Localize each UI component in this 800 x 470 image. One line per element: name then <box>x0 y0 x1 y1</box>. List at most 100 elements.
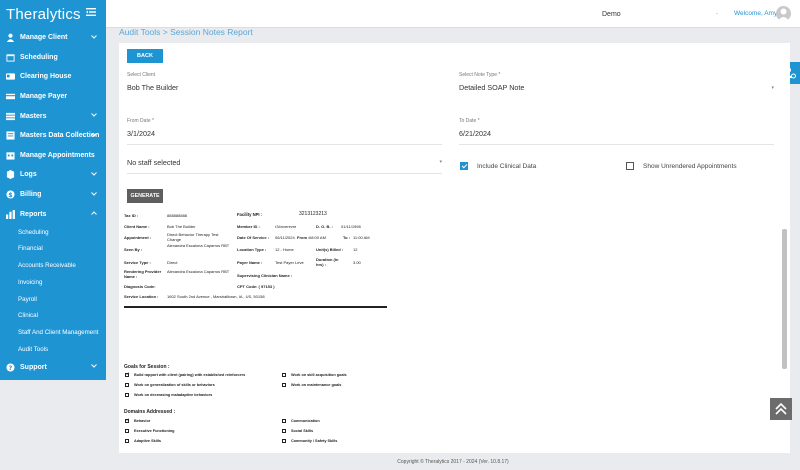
from-value: 08:00 AM <box>309 235 326 240</box>
welcome-user[interactable]: Welcome, Amy <box>734 10 777 17</box>
scroll-to-top-button[interactable] <box>770 398 792 420</box>
sidebar-item-label: Reports <box>20 210 47 218</box>
sidebar-item-label: Masters Data Collection <box>20 132 100 140</box>
sidebar-item-clearing-house[interactable]: Clearing House <box>0 67 106 87</box>
report-sub-item-audit-tools[interactable]: Audit Tools <box>0 341 106 358</box>
section-divider <box>124 306 387 308</box>
goal-label: Work on decreasing maladaptive behaviors <box>134 393 213 397</box>
include-clinical-data-label: Include Clinical Data <box>477 162 537 170</box>
domain-item: Behavior <box>125 418 151 423</box>
units-billed-value: 12 <box>353 247 358 252</box>
goals-title: Goals for Session : <box>124 364 170 370</box>
brand: Theralytics <box>0 0 106 28</box>
seen-by-value: Alexandra Escalona Caparros RBT <box>167 243 230 248</box>
sidebar-item-scheduling[interactable]: Scheduling <box>0 48 106 68</box>
appointment-label: Appointment : <box>124 235 152 240</box>
report-sub-item-scheduling[interactable]: Scheduling <box>0 224 106 241</box>
domain-label: Behavior <box>134 419 151 423</box>
sidebar-item-manage-payer[interactable]: Manage Payer <box>0 87 106 107</box>
chevron-down-icon <box>91 364 97 369</box>
show-unrendered-checkbox[interactable] <box>626 162 634 170</box>
goal-item: Work on decreasing maladaptive behaviors <box>125 393 212 397</box>
sidebar-item-logs[interactable]: Logs <box>0 165 106 185</box>
payer-name-value: Test Payer Leve <box>275 260 304 265</box>
avatar-icon <box>778 8 789 21</box>
generate-button[interactable]: GENERATE <box>127 189 163 203</box>
domain-checkbox <box>282 439 286 443</box>
show-unrendered-label: Show Unrendered Appointments <box>643 162 737 170</box>
from-date-input[interactable]: 3/1/2024 <box>127 129 442 145</box>
domain-checkbox <box>282 429 286 433</box>
service-type-value: Direct <box>167 260 178 265</box>
sidebar-item-label: Manage Payer <box>20 93 68 101</box>
report-sub-item-accounts-receivable[interactable]: Accounts Receivable <box>0 257 106 274</box>
note-type-field[interactable]: Select Note Type * Detailed SOAP Note ▾ <box>459 72 774 98</box>
sidebar-item-label: Clearing House <box>20 73 72 81</box>
to-date-field[interactable]: To Date * 6/21/2024 <box>459 118 774 145</box>
staff-field[interactable]: No staff selected ▾ <box>127 153 442 174</box>
sidebar-item-billing[interactable]: $ Billing <box>0 185 106 205</box>
sidebar-item-masters-data-collection[interactable]: Masters Data Collection <box>0 126 106 146</box>
sidebar-item-label: Manage Appointments <box>20 151 95 159</box>
goal-checkbox <box>125 393 129 397</box>
sidebar-item-masters[interactable]: Masters <box>0 106 106 126</box>
facility-npi-label: Facility NPI : <box>237 212 263 217</box>
scrollbar-thumb[interactable] <box>782 229 787 369</box>
domain-item: Adaptive Skills <box>125 439 161 443</box>
report-sub-item-staff-client-management[interactable]: Staff And Client Management <box>0 324 106 341</box>
client-select[interactable]: Bob The Builder <box>127 83 442 98</box>
sidebar-item-manage-appointments[interactable]: Manage Appointments <box>0 146 106 166</box>
dob-value: 01/11/1998 <box>341 224 361 229</box>
domain-item: Community / Safety Skills <box>282 439 337 443</box>
staff-select[interactable]: No staff selected <box>127 158 442 174</box>
to-label: To : <box>343 235 351 240</box>
domain-checkbox <box>125 439 129 443</box>
domain-label: Communication <box>291 419 320 423</box>
organization-dropdown-indicator[interactable]: - <box>716 11 718 17</box>
sidebar-item-label: Support <box>20 363 47 371</box>
appointment-value: Direct Behavior Therapy Test Change <box>167 232 219 242</box>
svg-text:?: ? <box>9 365 13 372</box>
show-unrendered-option[interactable]: Show Unrendered Appointments <box>626 162 737 170</box>
sidebar-item-label: Logs <box>20 171 37 179</box>
sidebar-item-reports[interactable]: Reports <box>0 204 106 224</box>
report-sub-item-financial[interactable]: Financial <box>0 241 106 258</box>
report-sub-item-invoicing[interactable]: Invoicing <box>0 274 106 291</box>
dropdown-arrow-icon: ▾ <box>771 85 774 91</box>
report-sub-item-payroll[interactable]: Payroll <box>0 291 106 308</box>
organization-selector[interactable]: Demo <box>602 11 621 18</box>
include-clinical-data-checkbox[interactable] <box>460 162 468 170</box>
client-field[interactable]: Select Client Bob The Builder <box>127 72 442 98</box>
sidebar-item-support[interactable]: ? Support <box>0 357 106 377</box>
chevron-up-icon <box>91 211 97 216</box>
domain-label: Adaptive Skills <box>134 439 162 443</box>
to-date-label: To Date * <box>459 118 480 124</box>
card-icon <box>6 73 15 81</box>
goal-item: Work on skill acquisition goals <box>282 373 347 377</box>
note-type-select[interactable]: Detailed SOAP Note <box>459 83 774 98</box>
location-type-value: 12 - Home <box>275 247 294 252</box>
session-notes-form-card: BACK Select Client Bob The Builder Selec… <box>119 43 790 453</box>
sidebar: Theralytics Manage Client Scheduling Cle… <box>0 0 106 380</box>
location-type-label: Location Type : <box>237 247 267 252</box>
double-chevron-up-icon <box>775 402 787 415</box>
include-clinical-data-option[interactable]: Include Clinical Data <box>460 162 536 170</box>
report-sub-item-clinical[interactable]: Clinical <box>0 307 106 324</box>
from-date-field[interactable]: From Date * 3/1/2024 <box>127 118 442 145</box>
logs-icon <box>6 170 15 180</box>
from-date-label: From Date * <box>127 118 154 124</box>
supervising-clinician-label: Supervising Clinician Name : <box>237 273 293 278</box>
duration-label: Duration (In hrs) : <box>316 257 339 267</box>
client-label: Select Client <box>127 72 156 78</box>
chevron-down-icon <box>91 133 97 137</box>
domain-item: Communication <box>282 419 320 423</box>
client-name-label: Client Name : <box>124 224 150 229</box>
calendar-icon <box>6 54 15 62</box>
avatar[interactable] <box>776 6 791 21</box>
svg-text:$: $ <box>8 192 12 199</box>
to-date-input[interactable]: 6/21/2024 <box>459 129 774 145</box>
sidebar-item-manage-client[interactable]: Manage Client <box>0 28 106 48</box>
diagnosis-code-label: Diagnosis Code: <box>124 284 156 289</box>
back-button[interactable]: BACK <box>127 49 163 63</box>
collapse-menu-icon[interactable] <box>86 7 96 17</box>
